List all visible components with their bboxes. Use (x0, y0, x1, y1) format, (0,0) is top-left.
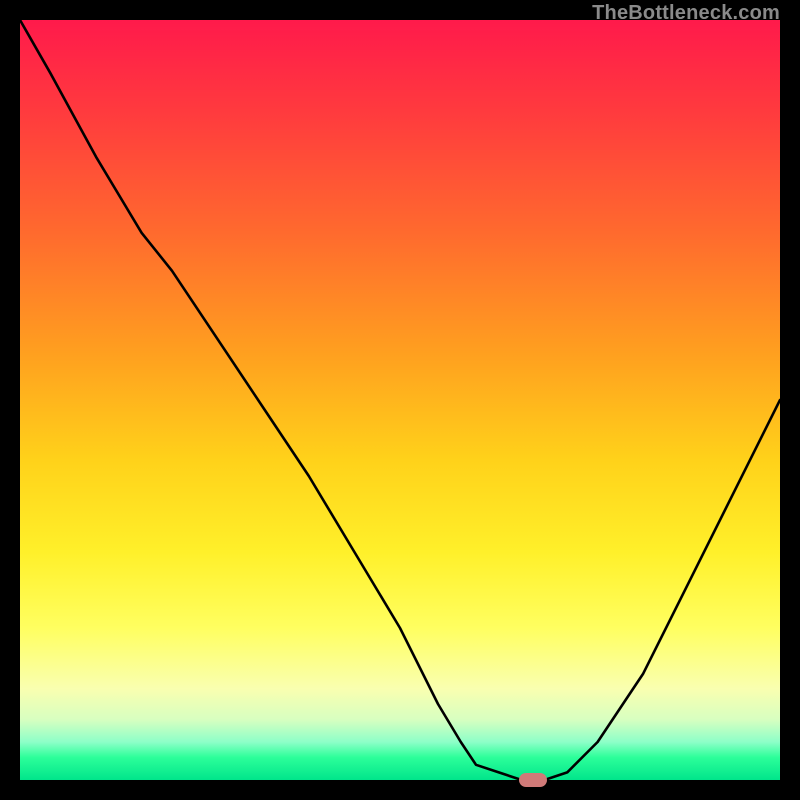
bottleneck-curve (20, 20, 780, 780)
chart-container: TheBottleneck.com (0, 0, 800, 800)
optimum-marker (519, 773, 547, 787)
plot-area (20, 20, 780, 780)
